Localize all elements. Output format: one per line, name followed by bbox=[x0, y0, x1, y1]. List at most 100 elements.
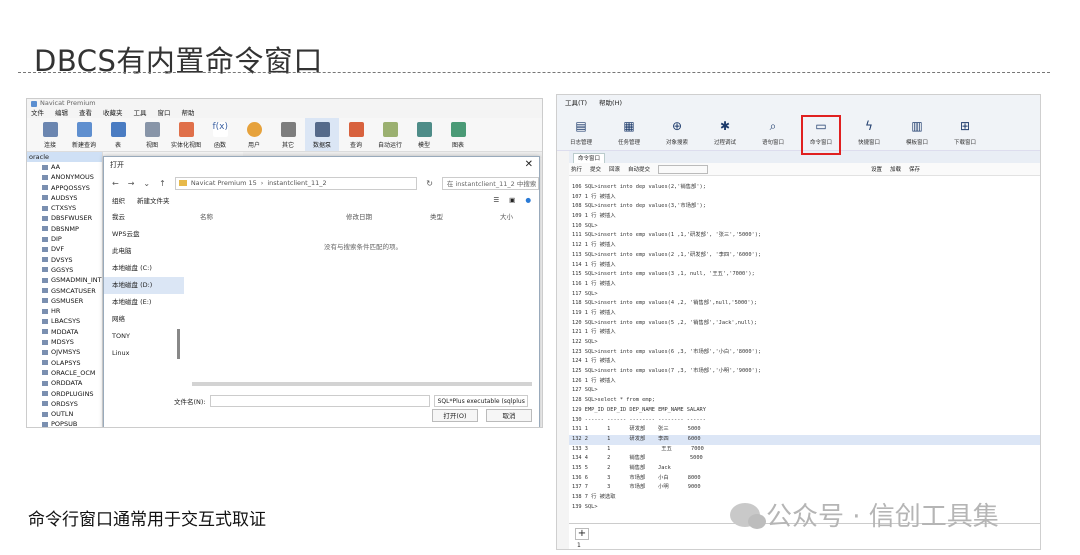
close-icon[interactable]: ✕ bbox=[525, 159, 533, 170]
back-arrow-icon[interactable]: ← bbox=[112, 179, 119, 188]
cancel-button[interactable]: 取消 bbox=[486, 409, 532, 422]
tree-item[interactable]: MDDATA bbox=[27, 327, 102, 337]
tree-item[interactable]: GSMADMIN_INT bbox=[27, 275, 102, 285]
toolbar-mview[interactable]: 实体化视图 bbox=[169, 118, 203, 151]
tree-item[interactable]: ANONYMOUS bbox=[27, 172, 102, 182]
side-item-cloud[interactable]: 我云 bbox=[104, 209, 184, 226]
save-button[interactable]: 保存 bbox=[909, 165, 920, 173]
commit-button[interactable]: 提交 bbox=[590, 165, 601, 173]
tree-item[interactable]: LBACSYS bbox=[27, 316, 102, 326]
toolbar-datapump[interactable]: 数据泵 bbox=[305, 118, 339, 151]
toolbar-debug[interactable]: ✱ 过程调试 bbox=[701, 120, 749, 147]
settings-button[interactable]: 设置 bbox=[871, 165, 882, 173]
tree-item[interactable]: HR bbox=[27, 306, 102, 316]
tree-item[interactable]: GSMCATUSER bbox=[27, 286, 102, 296]
side-item-drive-e[interactable]: 本地磁盘 (E:) bbox=[104, 294, 184, 311]
col-type[interactable]: 类型 bbox=[430, 211, 500, 223]
side-item-wps[interactable]: WPS云盘 bbox=[104, 226, 184, 243]
side-item-linux[interactable]: Linux bbox=[104, 345, 184, 362]
tree-item[interactable]: ORDDATA bbox=[27, 378, 102, 388]
tree-item[interactable]: DIP bbox=[27, 234, 102, 244]
toolbar-tasks[interactable]: ▦ 任务管理 bbox=[605, 120, 653, 147]
toolbar-connect[interactable]: 连接 bbox=[33, 118, 67, 151]
tree-item[interactable]: POPSUB bbox=[27, 419, 102, 427]
menu-tools[interactable]: 工具(T) bbox=[565, 97, 587, 107]
toolbar-statement-window[interactable]: ⌕ 语句窗口 bbox=[749, 120, 797, 147]
col-size[interactable]: 大小 bbox=[500, 211, 513, 223]
side-item-this-pc[interactable]: 此电脑 bbox=[104, 243, 184, 260]
tree-item[interactable]: APPQOSSYS bbox=[27, 183, 102, 193]
menu-help[interactable]: 帮助(H) bbox=[599, 97, 622, 107]
organize-button[interactable]: 组织 bbox=[112, 195, 125, 205]
side-scrollbar[interactable] bbox=[177, 329, 180, 359]
tree-item[interactable]: CTXSYS bbox=[27, 203, 102, 213]
toolbar-new-query[interactable]: 新建查询 bbox=[67, 118, 101, 151]
tree-item[interactable]: ORDPLUGINS bbox=[27, 389, 102, 399]
menu-edit[interactable]: 编辑 bbox=[55, 108, 68, 118]
toolbar-template-window[interactable]: ▥ 模板窗口 bbox=[893, 120, 941, 147]
help-icon[interactable]: ● bbox=[525, 196, 531, 204]
menu-help[interactable]: 帮助 bbox=[182, 108, 195, 118]
toolbar-command-window[interactable]: ▭ 命令窗口 bbox=[797, 115, 845, 155]
load-button[interactable]: 加载 bbox=[890, 165, 901, 173]
side-item-network[interactable]: 网络 bbox=[104, 311, 184, 328]
rollback-button[interactable]: 回滚 bbox=[609, 165, 620, 173]
tree-item[interactable]: DVF bbox=[27, 244, 102, 254]
tree-item[interactable]: AUDSYS bbox=[27, 193, 102, 203]
toolbar-model[interactable]: 模型 bbox=[407, 118, 441, 151]
toolbar-autorun[interactable]: 自动运行 bbox=[373, 118, 407, 151]
refresh-icon[interactable]: ↻ bbox=[426, 179, 433, 188]
col-name[interactable]: 名称 bbox=[200, 211, 346, 223]
col-modified[interactable]: 修改日期 bbox=[346, 211, 430, 223]
tree-item[interactable]: DBSNMP bbox=[27, 224, 102, 234]
autocommit-checkbox[interactable]: 自动提交 bbox=[628, 165, 650, 173]
side-item-drive-c[interactable]: 本地磁盘 (C:) bbox=[104, 260, 184, 277]
toolbar-chart[interactable]: 图表 bbox=[441, 118, 475, 151]
tree-item[interactable]: OJVMSYS bbox=[27, 347, 102, 357]
tree-item[interactable]: OLAPSYS bbox=[27, 358, 102, 368]
search-input[interactable]: 在 instantclient_11_2 中搜索 bbox=[441, 176, 539, 190]
toolbar-log[interactable]: ▤ 日志管理 bbox=[557, 120, 605, 147]
view-options-icon[interactable]: ☰ bbox=[493, 196, 499, 204]
open-button[interactable]: 打开(O) bbox=[432, 409, 478, 422]
tree-item[interactable]: GSMUSER bbox=[27, 296, 102, 306]
path-segment[interactable]: instantclient_11_2 bbox=[267, 177, 326, 189]
menu-tools[interactable]: 工具 bbox=[134, 108, 147, 118]
tree-item[interactable]: DVSYS bbox=[27, 255, 102, 265]
tree-item[interactable]: AA bbox=[27, 162, 102, 172]
command-output[interactable]: 106 SQL>insert into dep values(2,'销售部');… bbox=[569, 183, 1040, 512]
tree-item[interactable]: ORDSYS bbox=[27, 399, 102, 409]
toolbar-table[interactable]: 表 bbox=[101, 118, 135, 151]
menu-view[interactable]: 查看 bbox=[79, 108, 92, 118]
toolbar-object-search[interactable]: ⊕ 对象搜索 bbox=[653, 120, 701, 147]
tree-item[interactable]: OUTLN bbox=[27, 409, 102, 419]
toolbar-view[interactable]: 视图 bbox=[135, 118, 169, 151]
filename-input[interactable] bbox=[209, 395, 430, 407]
toolbar-other[interactable]: 其它 bbox=[271, 118, 305, 151]
menu-file[interactable]: 文件 bbox=[31, 108, 44, 118]
toolbar-user[interactable]: 用户 bbox=[237, 118, 271, 151]
interval-input[interactable] bbox=[658, 164, 709, 174]
toolbar-download-window[interactable]: ⊞ 下载窗口 bbox=[941, 120, 989, 147]
tab-command-window[interactable]: 命令窗口 bbox=[573, 153, 606, 163]
chevron-down-icon[interactable]: ⌄ bbox=[143, 179, 150, 188]
side-item-drive-d[interactable]: 本地磁盘 (D:) bbox=[104, 277, 184, 294]
tree-item[interactable]: DBSFWUSER bbox=[27, 213, 102, 223]
execute-button[interactable]: 执行 bbox=[571, 165, 582, 173]
up-arrow-icon[interactable]: ↑ bbox=[159, 179, 166, 188]
new-folder-button[interactable]: 新建文件夹 bbox=[137, 195, 170, 205]
menu-window[interactable]: 窗口 bbox=[158, 108, 171, 118]
forward-arrow-icon[interactable]: → bbox=[128, 179, 135, 188]
tree-item[interactable]: GGSYS bbox=[27, 265, 102, 275]
toolbar-query[interactable]: 查询 bbox=[339, 118, 373, 151]
path-segment[interactable]: Navicat Premium 15 bbox=[191, 177, 257, 189]
toolbar-function[interactable]: f(x) 函数 bbox=[203, 118, 237, 151]
preview-pane-icon[interactable]: ▣ bbox=[509, 196, 515, 204]
tree-root-oracle[interactable]: oracle bbox=[27, 152, 102, 162]
tree-item[interactable]: ORACLE_OCM bbox=[27, 368, 102, 378]
filetype-select[interactable]: SQL*Plus executable (sqlplus bbox=[433, 395, 528, 407]
menu-favorites[interactable]: 收藏夹 bbox=[103, 108, 123, 118]
add-tab-icon[interactable]: + bbox=[575, 528, 589, 540]
horizontal-scrollbar[interactable] bbox=[192, 382, 532, 386]
toolbar-quick-window[interactable]: ϟ 快捷窗口 bbox=[845, 120, 893, 147]
